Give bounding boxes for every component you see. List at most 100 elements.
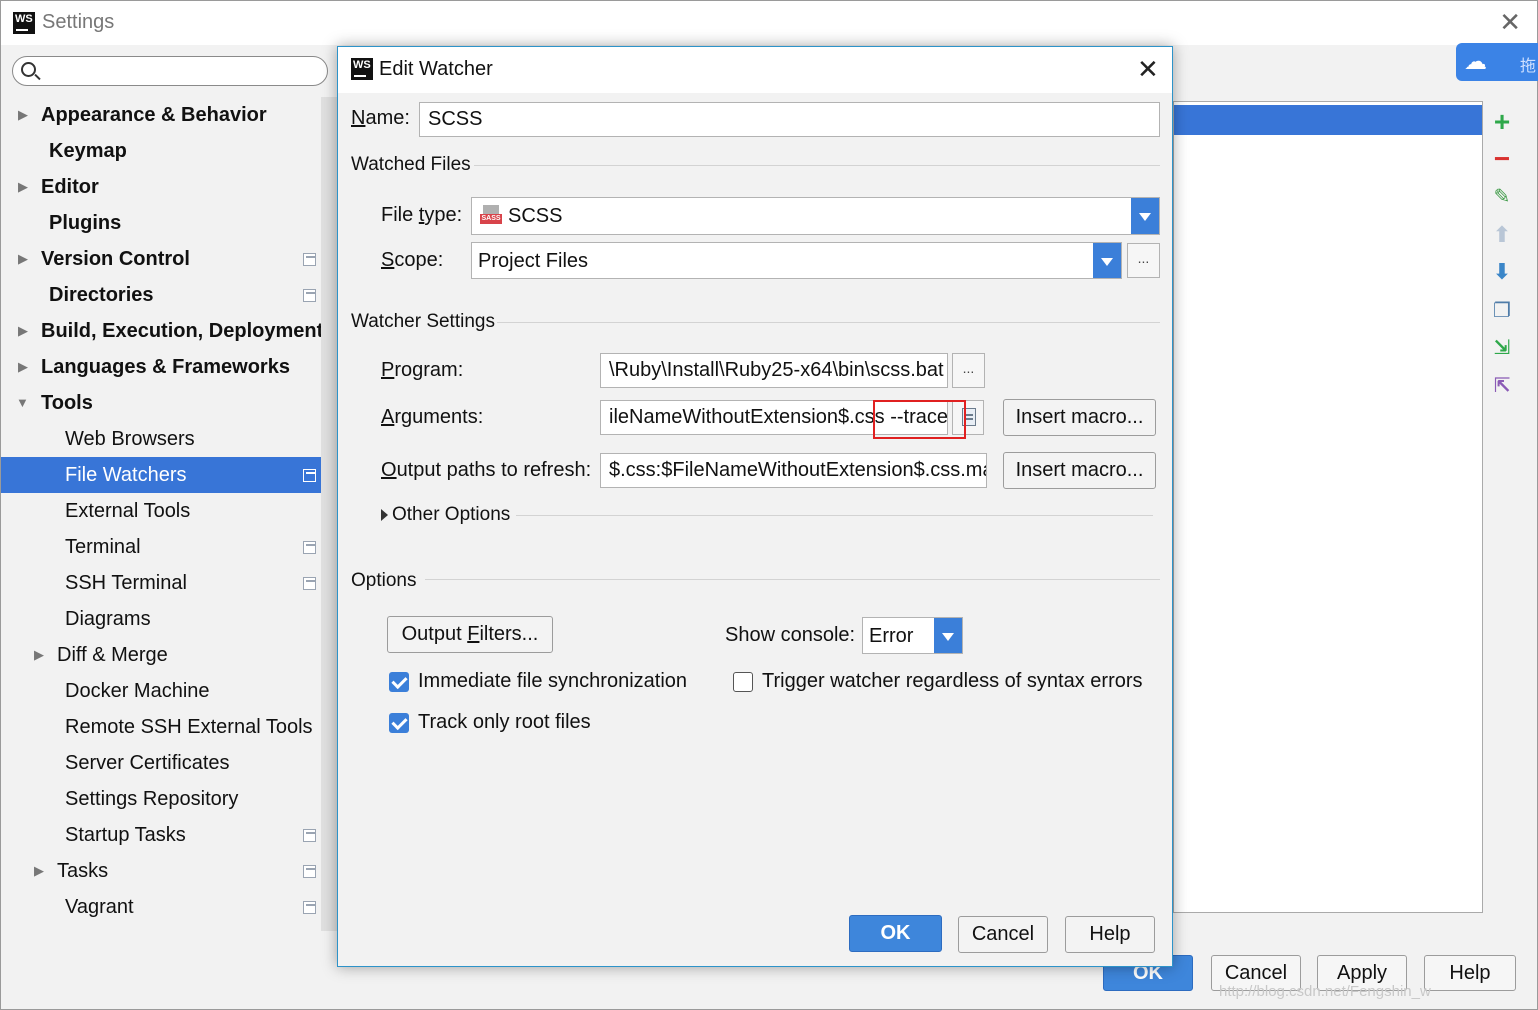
tree-item-label: Diff & Merge <box>57 644 168 666</box>
tree-item-diagrams[interactable]: Diagrams <box>1 601 321 637</box>
edit-watcher-dialog: WS Edit Watcher ✕ Name: SCSS Watched Fil… <box>337 46 1173 967</box>
tree-item-label: Diagrams <box>65 608 151 630</box>
tree-item-tasks[interactable]: ▶ Tasks <box>1 853 321 889</box>
expand-arrow-icon[interactable]: ▶ <box>34 853 44 889</box>
output-paths-field[interactable]: $.css:$FileNameWithoutExtension$.css.map <box>600 453 987 488</box>
tree-item-editor[interactable]: ▶ Editor <box>1 169 321 205</box>
collapse-arrow-icon[interactable]: ▼ <box>16 385 29 421</box>
project-level-icon <box>303 829 316 842</box>
separator <box>425 579 1160 580</box>
expand-arrow-icon[interactable] <box>381 509 388 521</box>
tree-item-label: Version Control <box>41 248 190 270</box>
tree-item-startup-tasks[interactable]: Startup Tasks <box>1 817 321 853</box>
file-type-label: File type: <box>381 204 463 226</box>
copy-icon[interactable]: ❐ <box>1491 300 1513 322</box>
tree-item-terminal[interactable]: Terminal <box>1 529 321 565</box>
tree-item-directories[interactable]: Directories <box>1 277 321 313</box>
dialog-cancel-button[interactable]: Cancel <box>958 916 1048 953</box>
tree-item-tools[interactable]: ▼ Tools <box>1 385 321 421</box>
settings-search-box[interactable] <box>12 56 328 86</box>
dialog-title: Edit Watcher <box>379 58 493 80</box>
tree-item-keymap[interactable]: Keymap <box>1 133 321 169</box>
output-insert-macro-button[interactable]: Insert macro... <box>1003 452 1156 489</box>
scope-select[interactable]: Project Files <box>471 242 1122 279</box>
list-item-selected[interactable] <box>1174 105 1482 135</box>
tree-item-label: Terminal <box>65 536 141 558</box>
export-icon[interactable]: ⇱ <box>1491 375 1513 397</box>
arguments-field[interactable]: ileNameWithoutExtension$.css --trace <box>600 400 948 435</box>
track-root-label[interactable]: Track only root files <box>418 711 591 734</box>
tree-item-file-watchers[interactable]: File Watchers <box>1 457 321 493</box>
scope-browse-button[interactable]: ... <box>1127 243 1160 278</box>
tree-item-external-tools[interactable]: External Tools <box>1 493 321 529</box>
cloud-drive-badge[interactable]: ☁ 拖 <box>1456 43 1538 81</box>
tree-item-plugins[interactable]: Plugins <box>1 205 321 241</box>
tree-item-remote-ssh-external-tools[interactable]: Remote SSH External Tools <box>1 709 321 745</box>
immediate-sync-label[interactable]: Immediate file synchronization <box>418 670 687 693</box>
tree-item-build-execution-deployment[interactable]: ▶ Build, Execution, Deployment <box>1 313 323 349</box>
chevron-down-icon[interactable] <box>934 618 962 653</box>
tree-item-label: Tasks <box>57 860 109 882</box>
file-watchers-list[interactable] <box>1173 101 1483 913</box>
search-input[interactable] <box>43 61 313 81</box>
sidebar-scrollbar[interactable] <box>321 97 338 931</box>
close-dialog-icon[interactable]: ✕ <box>1137 56 1159 82</box>
project-level-icon <box>303 577 316 590</box>
expand-arrow-icon[interactable]: ▶ <box>18 97 28 133</box>
expand-arguments-icon[interactable] <box>952 400 984 435</box>
import-icon[interactable]: ⇲ <box>1491 337 1513 359</box>
document-icon <box>962 408 976 426</box>
tree-item-vagrant[interactable]: Vagrant <box>1 889 321 925</box>
close-window-icon[interactable]: ✕ <box>1499 9 1521 35</box>
expand-arrow-icon[interactable]: ▶ <box>18 241 28 277</box>
edit-icon[interactable]: ✎ <box>1491 186 1513 208</box>
track-root-checkbox[interactable] <box>389 713 409 733</box>
output-filters-button[interactable]: Output Filters... <box>387 616 553 653</box>
show-console-select[interactable]: Error <box>862 617 963 654</box>
tree-item-label: External Tools <box>65 500 191 522</box>
add-icon[interactable]: + <box>1491 108 1513 136</box>
tree-item-ssh-terminal[interactable]: SSH Terminal <box>1 565 321 601</box>
other-options-toggle[interactable]: Other Options <box>392 504 510 526</box>
expand-arrow-icon[interactable]: ▶ <box>34 637 44 673</box>
expand-arrow-icon[interactable]: ▶ <box>18 313 28 349</box>
file-type-select[interactable]: SASS SCSS <box>471 197 1160 235</box>
tree-item-docker-machine[interactable]: Docker Machine <box>1 673 321 709</box>
program-field[interactable]: \Ruby\Install\Ruby25-x64\bin\scss.bat <box>600 353 948 388</box>
show-console-value: Error <box>869 625 914 647</box>
dialog-ok-button[interactable]: OK <box>849 915 942 952</box>
trigger-watcher-label[interactable]: Trigger watcher regardless of syntax err… <box>762 670 1143 693</box>
tree-item-appearance-behavior[interactable]: ▶ Appearance & Behavior <box>1 97 321 133</box>
trigger-watcher-checkbox[interactable] <box>733 672 753 692</box>
output-paths-label: Output paths to refresh: <box>381 459 592 481</box>
tree-item-diff-merge[interactable]: ▶ Diff & Merge <box>1 637 321 673</box>
remove-icon[interactable]: − <box>1491 145 1513 173</box>
immediate-sync-checkbox[interactable] <box>389 672 409 692</box>
project-level-icon <box>303 541 316 554</box>
tree-item-server-certificates[interactable]: Server Certificates <box>1 745 321 781</box>
program-browse-button[interactable]: ... <box>952 353 985 388</box>
options-section: Options <box>351 570 417 591</box>
move-down-icon[interactable]: ⬇ <box>1491 261 1513 283</box>
separator <box>516 515 1153 516</box>
separator <box>497 322 1160 323</box>
tree-item-label: SSH Terminal <box>65 572 187 594</box>
move-up-icon[interactable]: ⬆ <box>1491 224 1513 246</box>
tree-item-label: Vagrant <box>65 896 134 918</box>
settings-tree: ▶ Appearance & Behavior Keymap ▶ Editor … <box>1 97 323 931</box>
expand-arrow-icon[interactable]: ▶ <box>18 169 28 205</box>
settings-help-button[interactable]: Help <box>1424 955 1516 991</box>
name-field[interactable]: SCSS <box>419 102 1160 137</box>
tree-item-version-control[interactable]: ▶ Version Control <box>1 241 321 277</box>
project-level-icon <box>303 253 316 266</box>
expand-arrow-icon[interactable]: ▶ <box>18 349 28 385</box>
tree-item-languages-frameworks[interactable]: ▶ Languages & Frameworks <box>1 349 321 385</box>
tree-item-web-browsers[interactable]: Web Browsers <box>1 421 321 457</box>
show-console-label: Show console: <box>725 624 856 646</box>
tree-item-label: Web Browsers <box>65 428 195 450</box>
chevron-down-icon[interactable] <box>1131 198 1159 234</box>
arguments-insert-macro-button[interactable]: Insert macro... <box>1003 399 1156 436</box>
tree-item-settings-repository[interactable]: Settings Repository <box>1 781 321 817</box>
dialog-help-button[interactable]: Help <box>1065 916 1155 953</box>
chevron-down-icon[interactable] <box>1093 243 1121 278</box>
